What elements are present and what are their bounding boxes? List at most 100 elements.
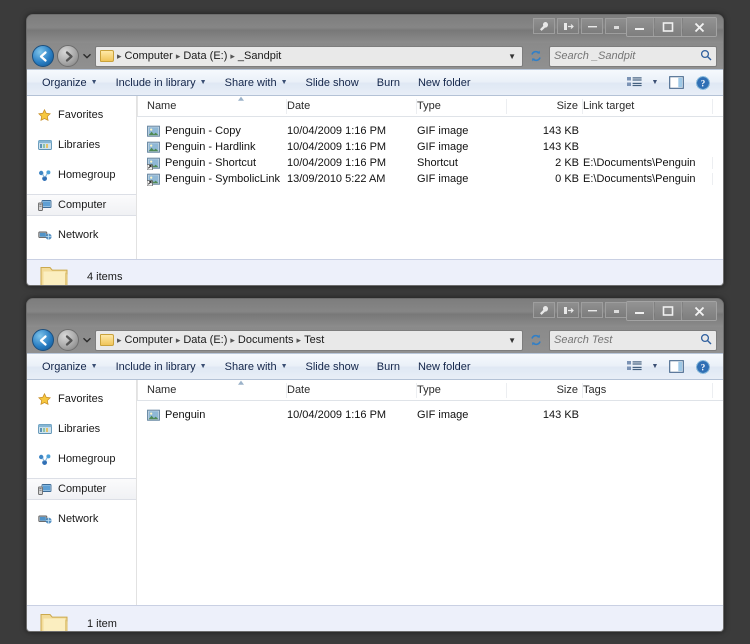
help-icon[interactable]: ? <box>691 356 715 377</box>
wrench-icon[interactable] <box>533 302 555 318</box>
sidebar-item-libraries[interactable]: Libraries <box>27 418 136 440</box>
column-header[interactable]: Link target <box>583 98 713 114</box>
breadcrumb-item[interactable]: Test <box>302 334 326 346</box>
column-header[interactable]: Size <box>507 98 583 114</box>
minimize-dash-icon[interactable] <box>581 302 603 318</box>
breadcrumb-item[interactable]: Computer <box>123 334 175 346</box>
toolbar-button[interactable]: Slide show <box>297 356 368 378</box>
breadcrumb-item[interactable]: Computer <box>123 50 175 62</box>
breadcrumb[interactable]: ▸ Computer ▸ Data (E:) ▸ _Sandpit ▼ <box>95 45 523 67</box>
refresh-button[interactable] <box>526 330 546 351</box>
file-name-cell[interactable]: Penguin <box>147 409 287 422</box>
table-row[interactable]: Penguin 10/04/2009 1:16 PM GIF image 143 KB <box>137 407 723 423</box>
column-header[interactable]: Date <box>287 98 417 114</box>
file-list-pane[interactable]: Name Date Type Size Link target Penguin - Cop… <box>137 96 723 259</box>
sidebar-item-favorites[interactable]: Favorites <box>27 104 136 126</box>
view-options-icon[interactable] <box>622 356 646 377</box>
breadcrumb-item[interactable]: _Sandpit <box>236 50 283 62</box>
sidebar-item-network[interactable]: Network <box>27 224 136 246</box>
pin-icon[interactable] <box>557 18 579 34</box>
search-box[interactable] <box>549 45 717 67</box>
sidebar-item-favorites[interactable]: Favorites <box>27 388 136 410</box>
sidebar-item-computer[interactable]: Computer <box>27 478 136 500</box>
title-bar[interactable] <box>27 15 723 43</box>
small-square-icon[interactable] <box>605 302 627 318</box>
close-button[interactable] <box>683 302 716 320</box>
column-header[interactable]: Name <box>147 382 287 398</box>
back-button[interactable] <box>32 329 54 351</box>
small-square-icon[interactable] <box>605 18 627 34</box>
breadcrumb-item[interactable]: Data (E:) <box>181 50 229 62</box>
minimize-button[interactable] <box>627 18 654 36</box>
toolbar-button[interactable]: Include in library ▼ <box>107 356 216 378</box>
window-controls <box>626 301 717 321</box>
explorer-window-test[interactable]: ▸Computer▸Data (E:)▸Documents▸Test▼Organ… <box>26 298 724 632</box>
close-button[interactable] <box>683 18 716 36</box>
view-options-chevron-down-icon[interactable]: ▼ <box>649 72 661 93</box>
breadcrumb-chevron-down-icon[interactable]: ▼ <box>504 52 520 61</box>
file-list-pane[interactable]: Name Date Type Size Tags Penguin 10/04/2009 1:… <box>137 380 723 605</box>
view-options-chevron-down-icon[interactable]: ▼ <box>649 356 661 377</box>
sidebar-item-homegroup[interactable]: Homegroup <box>27 164 136 186</box>
toolbar-button[interactable]: New folder <box>409 72 480 94</box>
file-name-label: Penguin - Hardlink <box>165 141 256 153</box>
window-controls <box>626 17 717 37</box>
table-row[interactable]: Penguin - SymbolicLink 13/09/2010 5:22 AM… <box>137 171 723 187</box>
toolbar-button[interactable]: Share with ▼ <box>216 356 297 378</box>
sidebar-item-libraries[interactable]: Libraries <box>27 134 136 156</box>
toolbar-button[interactable]: Burn <box>368 72 409 94</box>
preview-pane-icon[interactable] <box>664 72 688 93</box>
toolbar-button[interactable]: Burn <box>368 356 409 378</box>
wrench-icon[interactable] <box>533 18 555 34</box>
column-header[interactable]: Date <box>287 382 417 398</box>
forward-button[interactable] <box>57 45 79 67</box>
column-header[interactable]: Type <box>417 382 507 398</box>
search-input[interactable] <box>554 334 700 346</box>
file-size-cell: 143 KB <box>542 141 579 153</box>
sidebar-item-network[interactable]: Network <box>27 508 136 530</box>
toolbar-button[interactable]: Share with ▼ <box>216 72 297 94</box>
sidebar-item-computer[interactable]: Computer <box>27 194 136 216</box>
file-name-cell[interactable]: Penguin - SymbolicLink <box>147 173 287 186</box>
table-row[interactable]: Penguin - Copy 10/04/2009 1:16 PM GIF imag… <box>137 123 723 139</box>
explorer-window-sandpit[interactable]: ▸Computer▸Data (E:)▸_Sandpit▼Organize▼In… <box>26 14 724 286</box>
file-type-cell: GIF image <box>417 409 469 421</box>
column-header[interactable]: Size <box>507 382 583 398</box>
breadcrumb-chevron-down-icon[interactable]: ▼ <box>504 336 520 345</box>
command-toolbar: Organize ▼ Include in library ▼ Share with ▼ S… <box>27 353 723 380</box>
column-header[interactable]: Type <box>417 98 507 114</box>
toolbar-button[interactable]: Organize ▼ <box>33 356 107 378</box>
table-row[interactable]: Penguin - Hardlink 10/04/2009 1:16 PM GIF … <box>137 139 723 155</box>
title-bar[interactable] <box>27 299 723 327</box>
toolbar-button[interactable]: New folder <box>409 356 480 378</box>
refresh-button[interactable] <box>526 46 546 67</box>
file-name-cell[interactable]: Penguin - Shortcut <box>147 157 287 170</box>
file-name-cell[interactable]: Penguin - Copy <box>147 125 287 138</box>
preview-pane-icon[interactable] <box>664 356 688 377</box>
recent-pages-button[interactable] <box>82 45 92 67</box>
toolbar-button[interactable]: Organize ▼ <box>33 72 107 94</box>
table-row[interactable]: Penguin - Shortcut 10/04/2009 1:16 PM Shor… <box>137 155 723 171</box>
toolbar-button[interactable]: Slide show <box>297 72 368 94</box>
breadcrumb-item[interactable]: Documents <box>236 334 296 346</box>
file-name-cell[interactable]: Penguin - Hardlink <box>147 141 287 154</box>
sidebar-item-homegroup[interactable]: Homegroup <box>27 448 136 470</box>
column-header[interactable]: Tags <box>583 382 713 398</box>
toolbar-button[interactable]: Include in library ▼ <box>107 72 216 94</box>
view-options-icon[interactable] <box>622 72 646 93</box>
maximize-button[interactable] <box>655 18 682 36</box>
forward-button[interactable] <box>57 329 79 351</box>
search-box[interactable] <box>549 329 717 351</box>
file-type-cell: Shortcut <box>417 157 458 169</box>
minimize-dash-icon[interactable] <box>581 18 603 34</box>
help-icon[interactable]: ? <box>691 72 715 93</box>
breadcrumb[interactable]: ▸ Computer ▸ Data (E:) ▸ Documents ▸ Test ▼ <box>95 329 523 351</box>
column-header[interactable]: Name <box>147 98 287 114</box>
pin-icon[interactable] <box>557 302 579 318</box>
maximize-button[interactable] <box>655 302 682 320</box>
search-input[interactable] <box>554 50 700 62</box>
back-button[interactable] <box>32 45 54 67</box>
breadcrumb-item[interactable]: Data (E:) <box>181 334 229 346</box>
recent-pages-button[interactable] <box>82 329 92 351</box>
minimize-button[interactable] <box>627 302 654 320</box>
